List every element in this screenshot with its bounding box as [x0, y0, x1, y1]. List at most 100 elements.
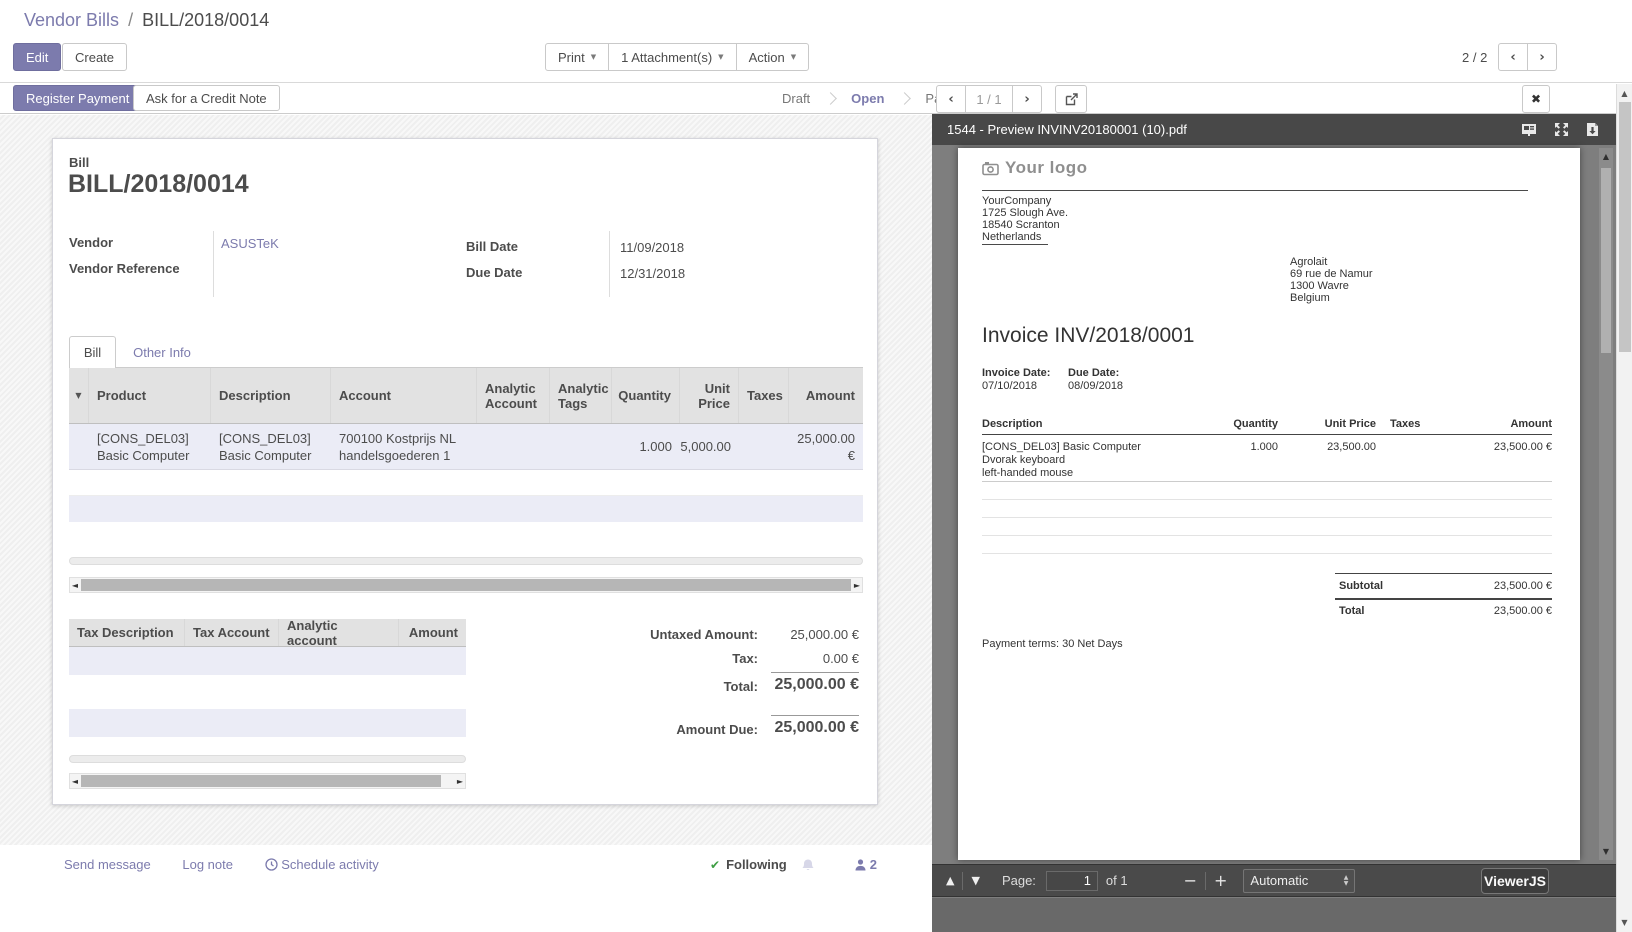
attachment-next-button[interactable]: ›	[1012, 85, 1042, 113]
col-header-analytic-account[interactable]: Analytic account	[279, 619, 399, 646]
pdf-invoice-date-value: 07/10/2018	[982, 380, 1037, 392]
action-dropdown[interactable]: Action▼	[736, 43, 810, 71]
col-header-account[interactable]: Account	[331, 368, 477, 423]
next-record-button[interactable]: ›	[1527, 43, 1557, 71]
zoom-select[interactable]: Automatic ▲▼	[1243, 869, 1355, 893]
pdf-page: Your logo YourCompany 1725 Slough Ave. 1…	[958, 148, 1580, 860]
cell-analytic-account[interactable]	[477, 424, 550, 469]
pdf-viewer-toolbar: ▲ ▼ Page: of 1 − + Automatic ▲▼ ViewerJS	[932, 864, 1617, 897]
close-preview-button[interactable]: ✖	[1522, 85, 1550, 113]
col-header-unit-price[interactable]: Unit Price	[680, 368, 739, 423]
tax-total-row: Tax: 0.00 €	[618, 651, 859, 666]
scrollbar-thumb[interactable]	[81, 579, 851, 591]
edit-button[interactable]: Edit	[13, 43, 61, 71]
create-button[interactable]: Create	[62, 43, 127, 71]
followers-button[interactable]: 2	[855, 857, 877, 872]
pdf-company-street: 1725 Slough Ave.	[982, 207, 1068, 219]
notebook-tabs: Bill Other Info	[69, 335, 863, 368]
cell-description[interactable]: [CONS_DEL03] Basic Computer	[211, 424, 331, 469]
cell-account[interactable]: 700100 Kostprijs NL handelsgoederen 1	[331, 424, 477, 469]
status-step-open[interactable]: Open	[837, 91, 898, 106]
followers-count: 2	[870, 857, 877, 872]
col-header-product[interactable]: Product	[89, 368, 211, 423]
inner-scroll-track[interactable]	[69, 755, 466, 763]
scrollbar-thumb[interactable]	[1619, 102, 1631, 352]
scroll-down-icon[interactable]: ▼	[1617, 918, 1632, 927]
row-handle	[69, 424, 89, 469]
col-header-description[interactable]: Description	[211, 368, 331, 423]
cell-taxes[interactable]	[739, 424, 789, 469]
empty-line-row	[69, 496, 863, 522]
scrollbar-thumb[interactable]	[81, 775, 441, 787]
breadcrumb-parent-link[interactable]: Vendor Bills	[24, 10, 119, 30]
pdf-due-date-label: Due Date:	[1068, 367, 1119, 379]
register-payment-button[interactable]: Register Payment	[13, 85, 142, 111]
step-chevron-icon	[899, 92, 912, 105]
col-header-amount[interactable]: Amount	[399, 619, 466, 646]
scroll-right-icon[interactable]: ►	[455, 777, 465, 786]
log-note-link[interactable]: Log note	[182, 857, 233, 872]
presentation-mode-icon[interactable]	[1521, 123, 1537, 137]
tab-bill[interactable]: Bill	[69, 336, 116, 369]
cell-amount[interactable]: 25,000.00 €	[789, 424, 863, 469]
status-step-draft[interactable]: Draft	[768, 91, 824, 106]
page-up-icon[interactable]: ▲	[946, 874, 954, 887]
pdf-logo-text: Your logo	[1005, 158, 1088, 178]
pdf-subtotal-value: 23,500.00 €	[1335, 580, 1552, 592]
ask-credit-note-button[interactable]: Ask for a Credit Note	[133, 85, 280, 111]
pdf-customer-city: 1300 Wavre	[1290, 280, 1349, 292]
cell-analytic-tags[interactable]	[550, 424, 612, 469]
previous-record-button[interactable]: ‹	[1498, 43, 1528, 71]
amount-due-row: Amount Due: 25,000.00 €	[618, 719, 859, 737]
vendor-value-link[interactable]: ASUSTeK	[221, 236, 279, 251]
scrollbar-thumb[interactable]	[1601, 168, 1611, 353]
col-header-quantity[interactable]: Quantity	[612, 368, 680, 423]
schedule-activity-link[interactable]: Schedule activity	[265, 857, 379, 872]
col-header-tax-description[interactable]: Tax Description	[69, 619, 185, 646]
pdf-vertical-scrollbar[interactable]: ▲ ▼	[1599, 148, 1613, 860]
open-attachment-external-button[interactable]	[1055, 85, 1087, 113]
scroll-left-icon[interactable]: ◄	[70, 581, 80, 590]
col-header-tax-account[interactable]: Tax Account	[185, 619, 279, 646]
col-header-analytic-account[interactable]: Analytic Account	[477, 368, 550, 423]
tab-other-info[interactable]: Other Info	[116, 336, 208, 369]
empty-line-row	[69, 470, 863, 496]
following-toggle[interactable]: Following	[726, 857, 787, 872]
totals-divider	[771, 672, 859, 673]
scroll-down-icon[interactable]: ▼	[1599, 847, 1613, 856]
col-header-amount[interactable]: Amount	[789, 368, 863, 423]
scroll-left-icon[interactable]: ◄	[70, 777, 80, 786]
download-icon[interactable]	[1586, 122, 1599, 137]
attachments-dropdown[interactable]: 1 Attachment(s)▼	[608, 43, 736, 71]
bell-icon[interactable]	[801, 858, 815, 872]
lines-header-row: ▼ Product Description Account Analytic A…	[69, 368, 863, 424]
inner-scroll-track[interactable]	[69, 557, 863, 565]
lines-horizontal-scrollbar[interactable]: ◄ ►	[69, 577, 863, 593]
fullscreen-icon[interactable]	[1554, 122, 1569, 137]
cell-product[interactable]: [CONS_DEL03] Basic Computer	[89, 424, 211, 469]
scroll-up-icon[interactable]: ▲	[1617, 89, 1632, 98]
control-panel: Edit Create Print▼ 1 Attachment(s)▼ Acti…	[0, 40, 1632, 82]
tax-horizontal-scrollbar[interactable]: ◄ ►	[69, 773, 466, 789]
print-dropdown[interactable]: Print▼	[545, 43, 609, 71]
col-header-analytic-tags[interactable]: Analytic Tags	[550, 368, 612, 423]
cell-quantity[interactable]: 1.000	[612, 424, 680, 469]
scroll-up-icon[interactable]: ▲	[1599, 152, 1613, 161]
col-header-taxes[interactable]: Taxes	[739, 368, 789, 423]
field-separator	[609, 231, 610, 297]
statusbar: Register Payment Ask for a Credit Note D…	[0, 82, 1632, 114]
viewer-bottom-strip	[932, 898, 1617, 932]
zoom-out-icon[interactable]: −	[1184, 871, 1197, 890]
cell-unit-price[interactable]: 25,000.00	[680, 424, 739, 469]
scroll-right-icon[interactable]: ►	[852, 581, 862, 590]
window-vertical-scrollbar[interactable]: ▲ ▼	[1616, 84, 1632, 932]
send-message-link[interactable]: Send message	[64, 857, 151, 872]
page-down-icon[interactable]: ▼	[971, 874, 979, 887]
zoom-in-icon[interactable]: +	[1214, 871, 1227, 890]
attachment-previous-button[interactable]: ‹	[936, 85, 966, 113]
empty-tax-row	[69, 709, 466, 737]
pdf-page-input[interactable]	[1046, 871, 1098, 891]
invoice-line-row[interactable]: [CONS_DEL03] Basic Computer [CONS_DEL03]…	[69, 424, 863, 470]
viewerjs-badge[interactable]: ViewerJS	[1481, 868, 1549, 894]
optional-columns-caret-icon[interactable]: ▼	[69, 368, 89, 423]
